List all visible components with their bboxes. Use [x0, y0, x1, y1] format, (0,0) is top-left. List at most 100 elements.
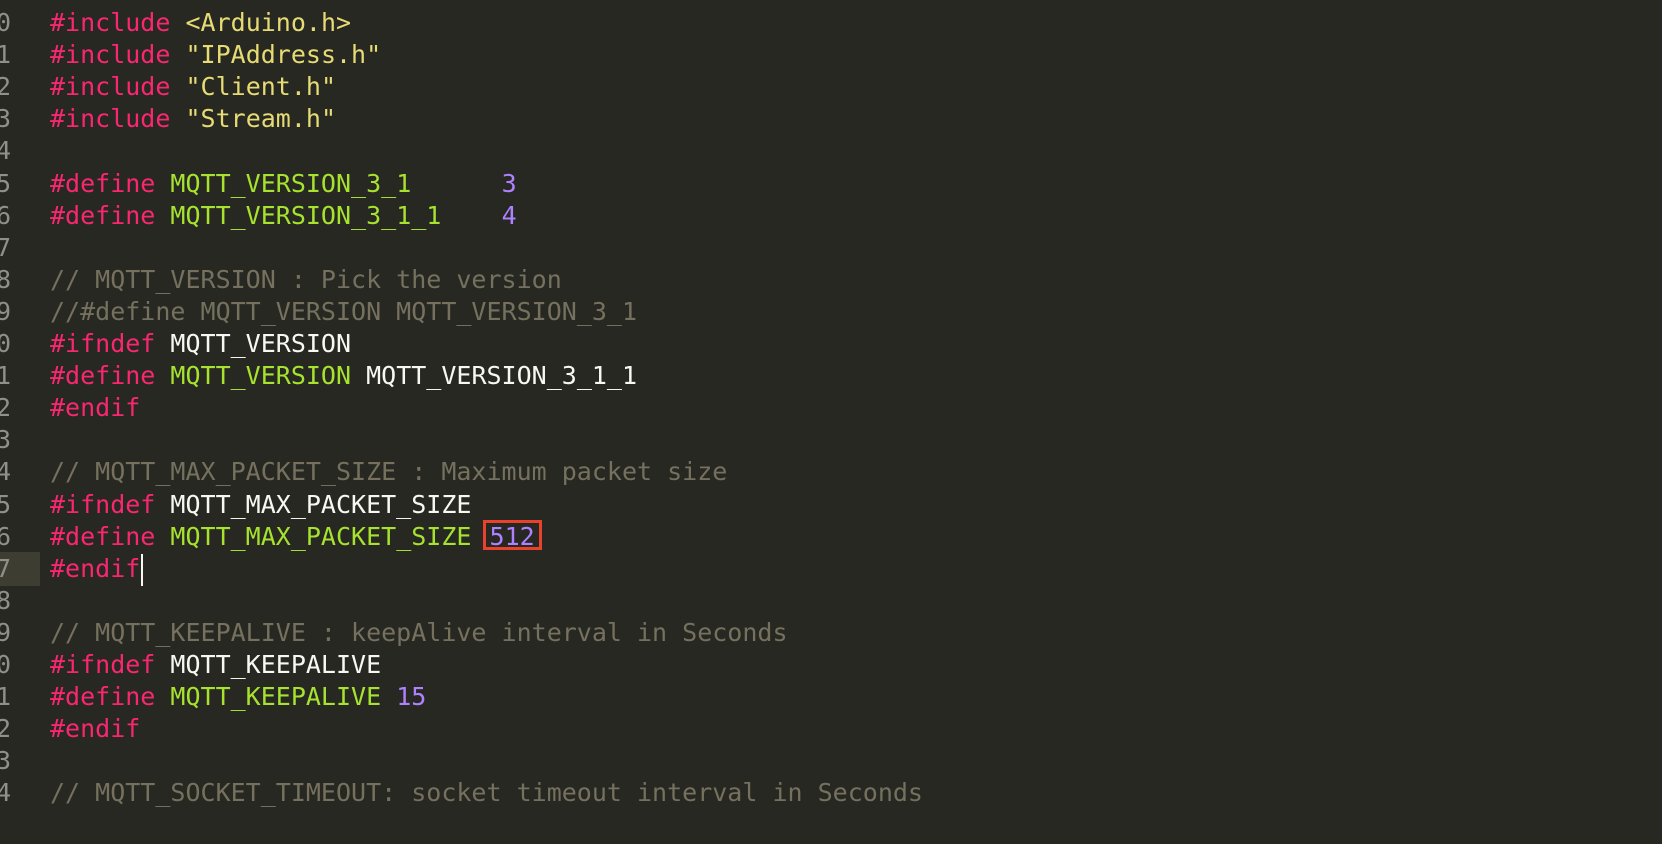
code-token: MQTT_VERSION	[155, 329, 352, 358]
code-line[interactable]: 3	[0, 423, 1662, 457]
code-line[interactable]: 2 #endif	[0, 712, 1662, 746]
code-token: MQTT_VERSION_3_1_1	[351, 361, 638, 391]
code-text: #define MQTT_VERSION_3_1 3	[50, 167, 517, 201]
code-text: //#define MQTT_VERSION MQTT_VERSION_3_1	[50, 295, 637, 329]
code-text: #ifndef MQTT_MAX_PACKET_SIZE	[50, 488, 471, 522]
code-line[interactable]: 4 // MQTT_MAX_PACKET_SIZE : Maximum packe…	[0, 455, 1662, 489]
code-text: // MQTT_KEEPALIVE : keepAlive interval i…	[50, 616, 788, 650]
code-line[interactable]: 6 #define MQTT_VERSION_3_1_1 4	[0, 199, 1662, 233]
code-token: #define	[50, 361, 156, 391]
code-line[interactable]: 1 #include "IPAddress.h"	[0, 38, 1662, 72]
line-number: 1	[0, 40, 11, 70]
code-line[interactable]: 0 #ifndef MQTT_KEEPALIVE	[0, 648, 1662, 682]
code-line[interactable]: 7	[0, 231, 1662, 265]
code-line[interactable]: 1 #define MQTT_KEEPALIVE 15	[0, 680, 1662, 714]
code-token: "Client.h"	[185, 72, 336, 102]
code-text: #endif	[50, 552, 144, 586]
code-line[interactable]: 7 #endif	[0, 551, 1662, 586]
code-line[interactable]: 4	[0, 134, 1662, 168]
code-token: #include	[50, 40, 171, 70]
code-token: #ifndef	[50, 329, 156, 358]
code-text: #include "Client.h"	[50, 70, 336, 104]
line-number: 0	[0, 8, 11, 37]
line-number: 1	[0, 361, 11, 391]
line-number: 4	[0, 136, 11, 166]
code-text: #include "IPAddress.h"	[50, 38, 381, 72]
code-line[interactable]: 1 #define MQTT_VERSION MQTT_VERSION_3_1_1	[0, 359, 1662, 393]
line-number: 8	[0, 585, 11, 615]
line-number: 4	[0, 457, 11, 487]
code-text: #endif	[50, 391, 140, 425]
line-number: 3	[0, 425, 11, 455]
line-number: 2	[0, 393, 11, 423]
code-token: #include	[50, 104, 171, 134]
code-token: #endif	[50, 714, 141, 744]
code-line[interactable]: 0 #include <Arduino.h>	[0, 6, 1662, 40]
code-editor[interactable]: 0 #include <Arduino.h> 1 #include "IPAddres…	[0, 0, 1662, 844]
code-token: MQTT_VERSION_3_1_1	[170, 200, 442, 230]
code-token: #define	[50, 682, 156, 712]
code-text: // MQTT_VERSION : Pick the version	[50, 263, 562, 297]
code-text: // MQTT_SOCKET_TIMEOUT: socket timeout i…	[50, 776, 923, 810]
line-number: 5	[0, 168, 11, 198]
code-line[interactable]: 2 #include "Client.h"	[0, 70, 1662, 104]
code-token: "IPAddress.h"	[185, 40, 382, 70]
code-text: #define MQTT_MAX_PACKET_SIZE 512	[50, 519, 542, 554]
code-token: MQTT_KEEPALIVE	[170, 682, 382, 712]
code-token: #include	[50, 8, 171, 37]
code-line[interactable]: 3 #include "Stream.h"	[0, 102, 1662, 136]
line-number: 4	[0, 778, 11, 808]
text-cursor	[141, 553, 144, 586]
code-line[interactable]: 8	[0, 584, 1662, 618]
line-number: 0	[0, 329, 11, 358]
code-token: #endif	[50, 393, 141, 423]
code-line[interactable]: 9 // MQTT_KEEPALIVE : keepAlive interval …	[0, 616, 1662, 650]
line-number: 6	[0, 521, 11, 551]
code-token: "Stream.h"	[185, 104, 336, 134]
line-number: 6	[0, 200, 11, 230]
highlighted-value-box: 512	[482, 519, 542, 550]
code-text: #ifndef MQTT_KEEPALIVE	[50, 648, 381, 682]
code-text: #include <Arduino.h>	[50, 6, 351, 40]
line-number: 9	[0, 296, 11, 326]
line-number: 2	[0, 714, 11, 744]
line-number: 7	[0, 553, 11, 583]
code-text: // MQTT_MAX_PACKET_SIZE : Maximum packet…	[50, 455, 727, 489]
line-number: 2	[0, 72, 11, 102]
code-token: 15	[396, 682, 427, 712]
code-token: MQTT_MAX_PACKET_SIZE	[170, 521, 472, 551]
code-line[interactable]: 5 #define MQTT_VERSION_3_1 3	[0, 167, 1662, 201]
code-token: #define	[50, 168, 156, 198]
code-token: // MQTT_MAX_PACKET_SIZE : Maximum packet…	[50, 457, 728, 487]
code-line[interactable]: 5 #ifndef MQTT_MAX_PACKET_SIZE	[0, 488, 1662, 522]
code-line[interactable]: 6 #define MQTT_MAX_PACKET_SIZE 512	[0, 519, 1662, 554]
code-line[interactable]: 9 //#define MQTT_VERSION MQTT_VERSION_3_1	[0, 295, 1662, 329]
code-line[interactable]: 4 // MQTT_SOCKET_TIMEOUT: socket timeout …	[0, 776, 1662, 810]
code-token: // MQTT_SOCKET_TIMEOUT: socket timeout i…	[50, 778, 923, 808]
code-line[interactable]: 3	[0, 744, 1662, 778]
line-number: 5	[0, 489, 11, 519]
code-token: //#define MQTT_VERSION MQTT_VERSION_3_1	[50, 296, 637, 326]
code-line[interactable]: 2 #endif	[0, 391, 1662, 425]
line-number: 8	[0, 264, 11, 294]
code-token: <Arduino.h>	[185, 8, 352, 37]
code-token: MQTT_KEEPALIVE	[155, 650, 382, 679]
code-token: 4	[501, 200, 517, 230]
code-line[interactable]: 8 // MQTT_VERSION : Pick the version	[0, 263, 1662, 297]
line-number: 0	[0, 650, 11, 679]
line-number: 7	[0, 232, 11, 262]
code-line[interactable]: 0 #ifndef MQTT_VERSION	[0, 327, 1662, 361]
code-token: #ifndef	[50, 489, 156, 519]
code-text: #endif	[50, 712, 140, 746]
code-token: // MQTT_KEEPALIVE : keepAlive interval i…	[50, 617, 788, 647]
code-token: #define	[50, 200, 156, 230]
